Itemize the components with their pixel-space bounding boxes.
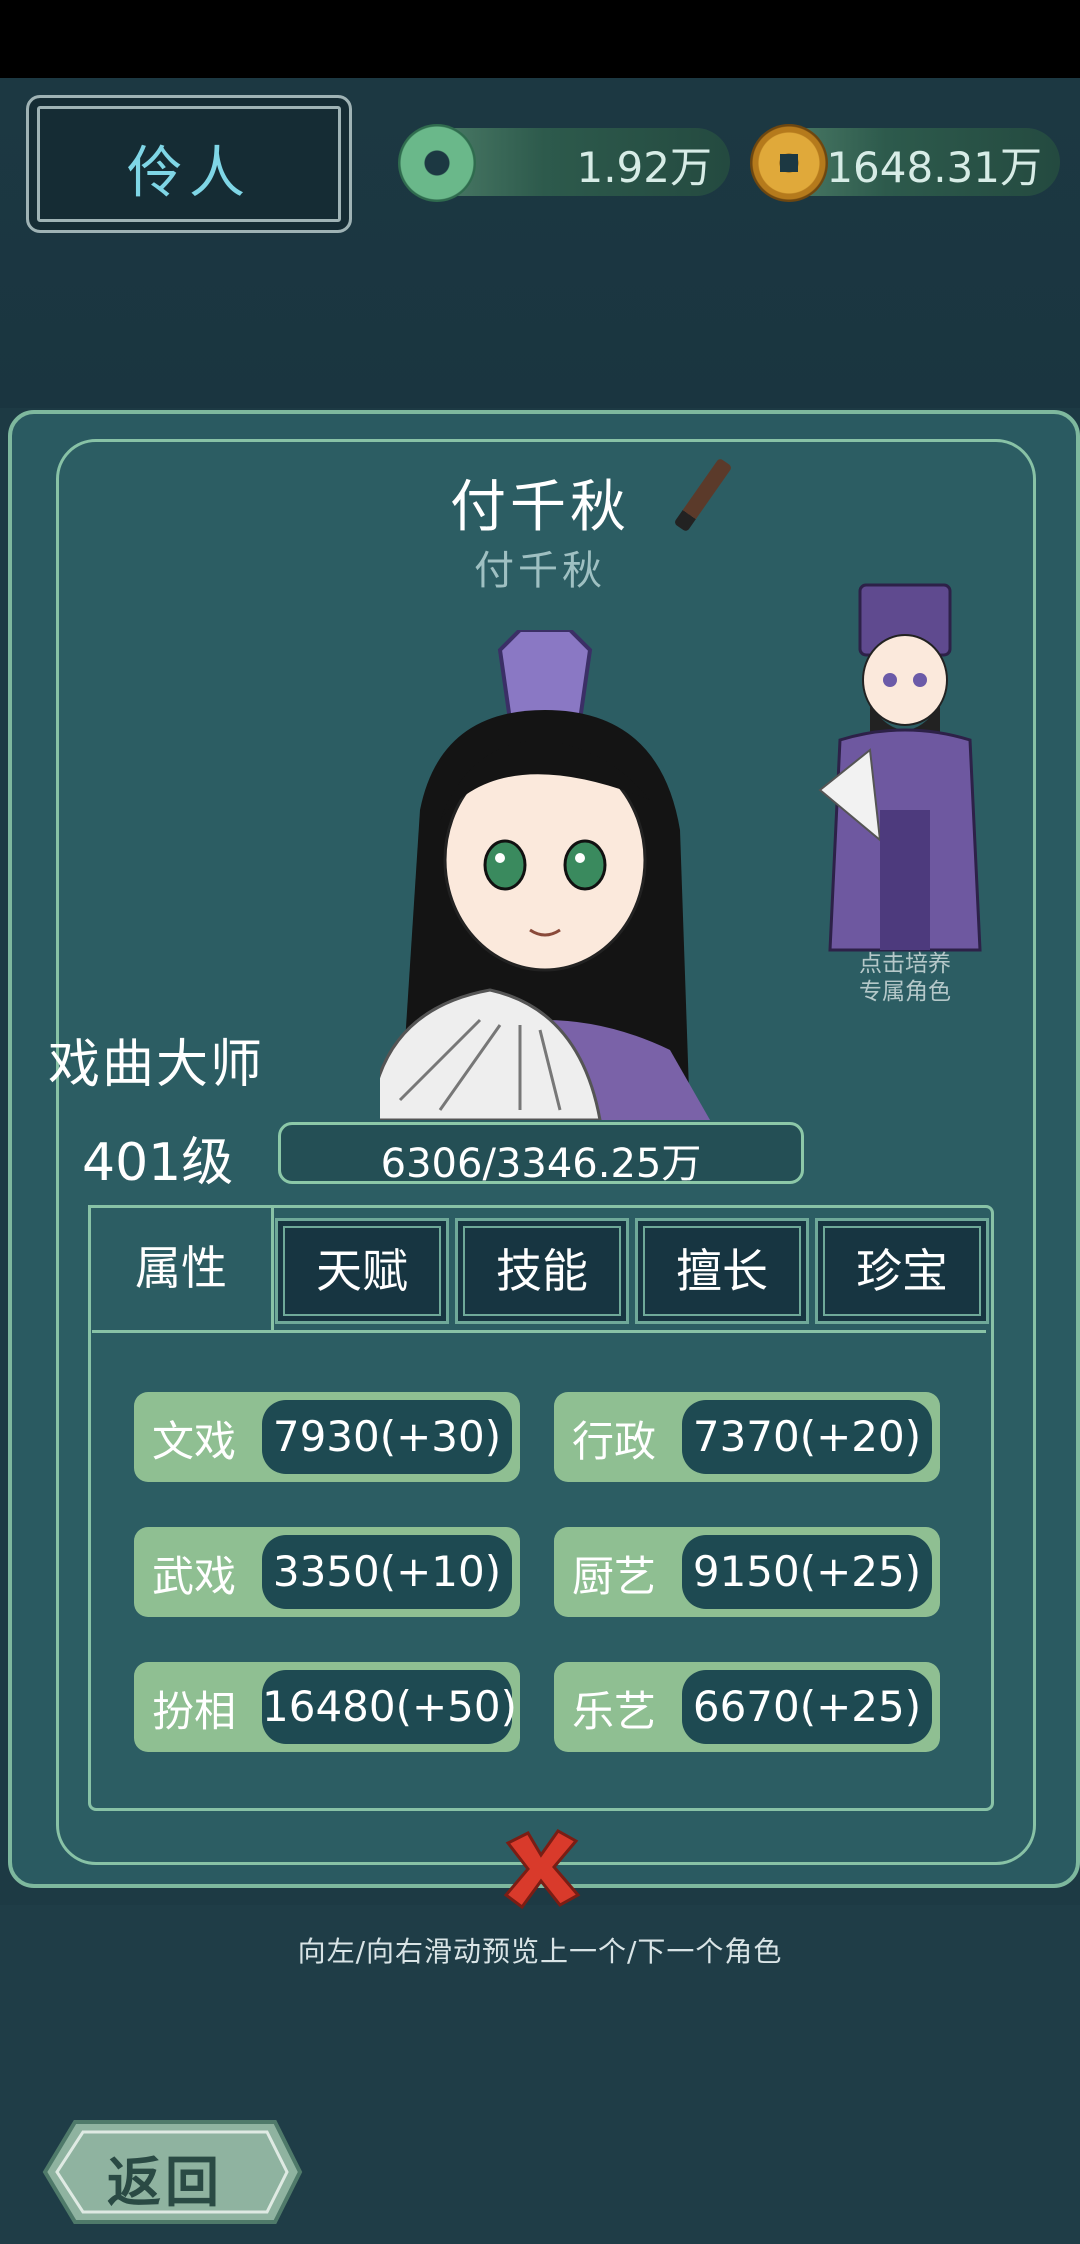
stat-value: 6670(+25)	[682, 1670, 932, 1744]
jade-icon	[398, 124, 476, 202]
stat-yueyi: 乐艺 6670(+25)	[554, 1662, 940, 1752]
character-level: 401级	[82, 1133, 234, 1193]
stat-value: 9150(+25)	[682, 1535, 932, 1609]
stat-value: 16480(+50)	[262, 1670, 517, 1744]
stat-banxiang: 扮相 16480(+50)	[134, 1662, 520, 1752]
swipe-hint: 向左/向右滑动预览上一个/下一个角色	[297, 1935, 783, 1968]
cultivate-hint-line2: 专属角色	[859, 979, 951, 1005]
tab-skills[interactable]: 技能	[455, 1218, 629, 1324]
back-button-label: 返回	[107, 2151, 223, 2214]
stat-label: 扮相	[152, 1687, 237, 1736]
coin-icon	[750, 124, 828, 202]
status-bar	[0, 0, 1080, 78]
tab-skills-label: 技能	[496, 1244, 588, 1298]
back-button[interactable]: 返回	[25, 2112, 305, 2232]
tab-specialty[interactable]: 擅长	[635, 1218, 809, 1324]
character-name: 付千秋	[450, 475, 630, 540]
tab-talent[interactable]: 天赋	[275, 1218, 449, 1324]
exp-bar: 6306/3346.25万	[278, 1122, 804, 1187]
stat-wuxi: 武戏 3350(+10)	[134, 1527, 520, 1617]
tab-talent-label: 天赋	[316, 1244, 408, 1298]
page-title: 伶人	[127, 141, 251, 206]
character-grade: 戏曲大师	[48, 1035, 265, 1095]
jade-value: 1.92万	[576, 143, 712, 192]
character-portrait[interactable]	[380, 630, 710, 1120]
stat-value: 3350(+10)	[262, 1535, 512, 1609]
tab-treasure[interactable]: 珍宝	[815, 1218, 989, 1324]
stat-xingzheng: 行政 7370(+20)	[554, 1392, 940, 1482]
tab-attributes[interactable]: 属性	[88, 1205, 274, 1338]
tab-treasure-label: 珍宝	[856, 1244, 948, 1298]
cultivate-hint-line1: 点击培养	[859, 951, 951, 977]
stat-label: 行政	[572, 1417, 657, 1466]
exp-value: 6306/3346.25万	[380, 1141, 702, 1187]
close-icon[interactable]	[498, 1825, 584, 1911]
page-title-box: 伶人	[26, 95, 352, 233]
stat-value: 7930(+30)	[262, 1400, 512, 1474]
cultivate-hint[interactable]: 点击培养 专属角色	[830, 950, 980, 1006]
tab-specialty-label: 擅长	[676, 1244, 768, 1298]
stat-label: 武戏	[152, 1552, 237, 1601]
coin-value: 1648.31万	[826, 143, 1042, 192]
stat-label: 厨艺	[572, 1552, 657, 1601]
stat-chuyi: 厨艺 9150(+25)	[554, 1527, 940, 1617]
exclusive-character-avatar[interactable]	[810, 580, 990, 960]
stat-value: 7370(+20)	[682, 1400, 932, 1474]
stat-wenxi: 文戏 7930(+30)	[134, 1392, 520, 1482]
tab-attributes-label: 属性	[135, 1241, 227, 1295]
stat-label: 乐艺	[572, 1687, 657, 1736]
stat-label: 文戏	[152, 1417, 237, 1466]
